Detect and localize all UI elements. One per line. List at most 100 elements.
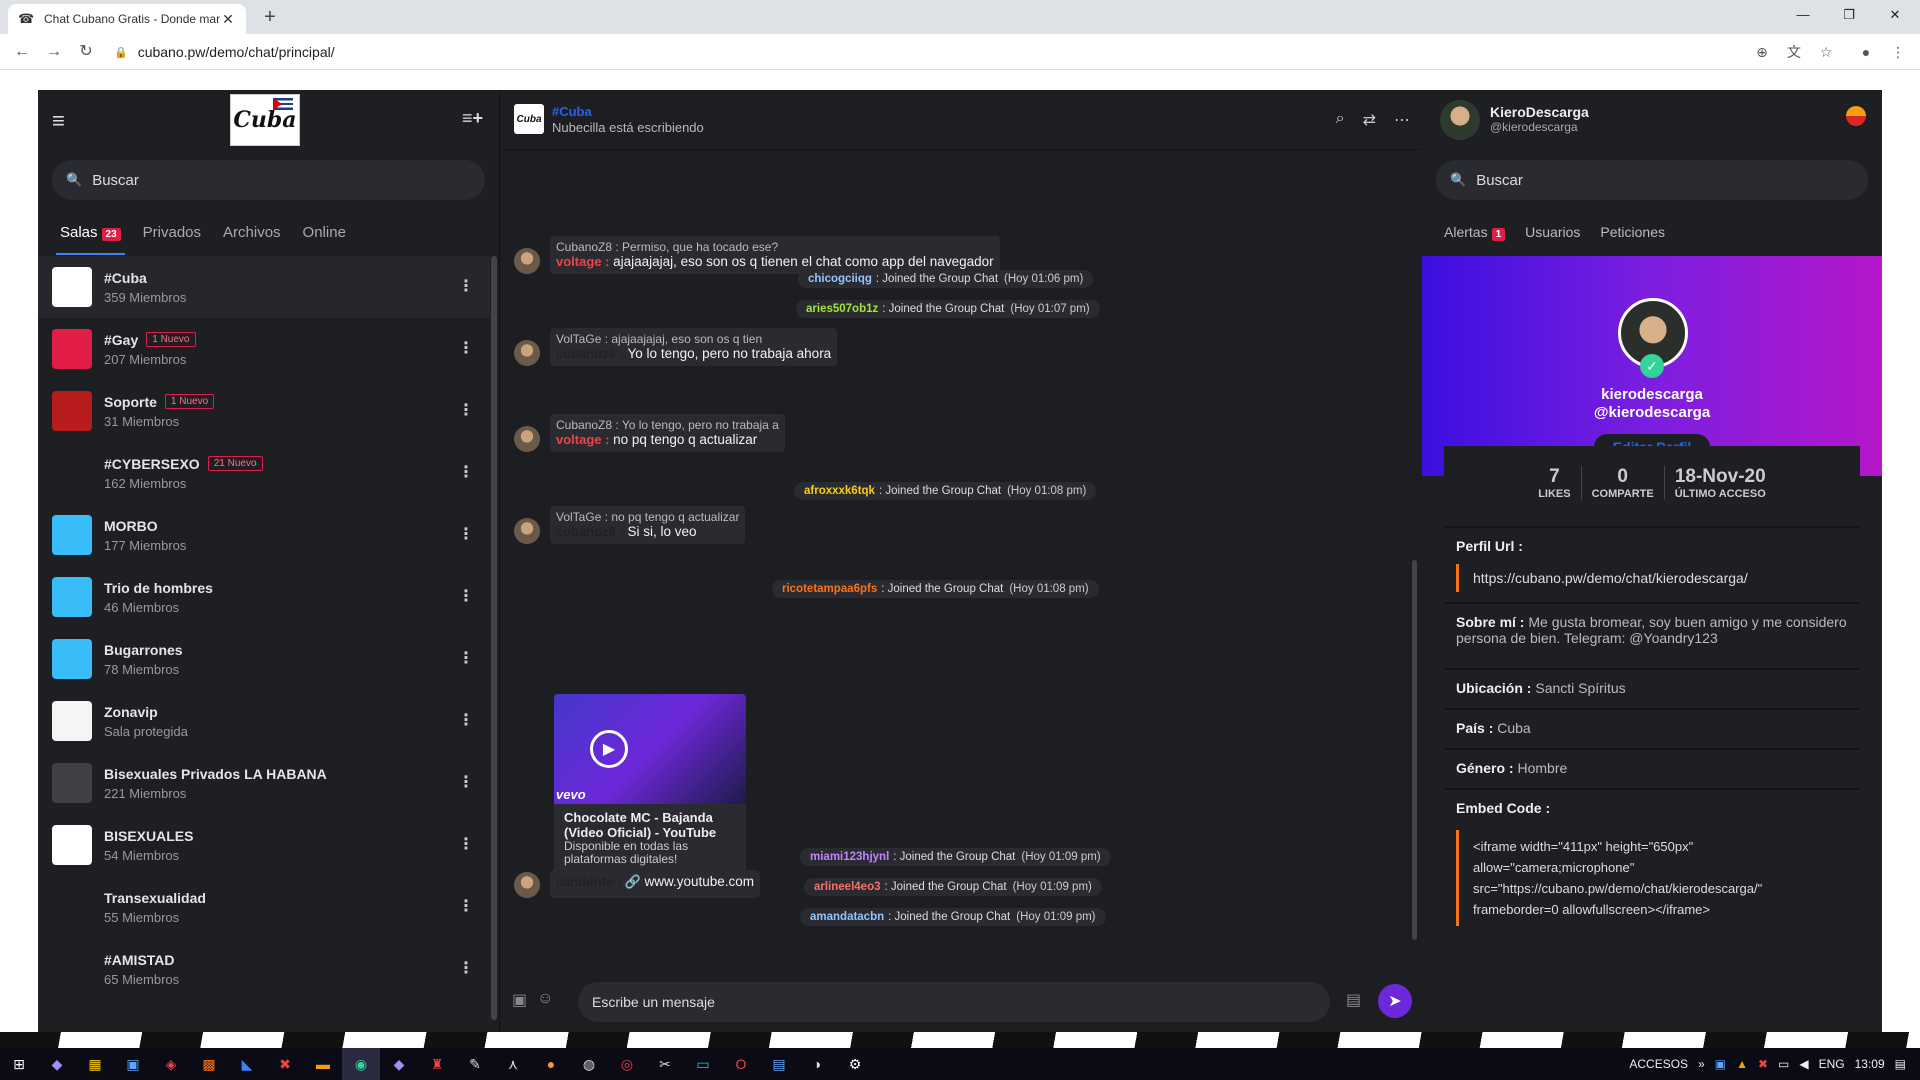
room-item[interactable]: Zonavip Sala protegida ⋮ [38, 690, 490, 752]
install-icon[interactable]: ⊕ [1750, 40, 1774, 64]
vs-icon[interactable]: ◆ [38, 1048, 76, 1080]
video-thumbnail[interactable]: ▶ vevo [554, 694, 746, 804]
room-avatar[interactable] [52, 701, 92, 741]
window-close-icon[interactable]: ✕ [1872, 0, 1918, 30]
address-bar[interactable]: 🔒 cubano.pw/demo/chat/principal/ [114, 38, 1754, 66]
send-button[interactable]: ➤ [1378, 984, 1412, 1018]
user-name[interactable]: KieroDescarga [1490, 104, 1589, 120]
room-options-icon[interactable]: ⋮ [458, 338, 474, 358]
room-avatar[interactable] [52, 577, 92, 617]
app-icon[interactable]: ▤ [760, 1048, 798, 1080]
room-avatar[interactable]: Cuba [514, 104, 544, 134]
vscode-icon[interactable]: ◣ [228, 1048, 266, 1080]
rooms-search-input[interactable]: 🔍 Buscar [52, 160, 485, 200]
avatar[interactable] [514, 426, 540, 452]
app-icon[interactable]: ◑ [798, 1048, 836, 1080]
network-icon[interactable]: ▭ [1778, 1057, 1789, 1071]
room-options-icon[interactable]: ⋮ [458, 276, 474, 296]
reload-icon[interactable]: ↻ [74, 40, 98, 64]
hamburger-menu-icon[interactable]: ≡ [52, 108, 65, 134]
room-item[interactable]: Trio de hombres 46 Miembros ⋮ [38, 566, 490, 628]
tab-online[interactable]: Online [303, 224, 346, 241]
join-user[interactable]: aries507ob1z [806, 303, 878, 315]
tab-salas[interactable]: Salas 23 [56, 224, 125, 255]
room-avatar[interactable] [52, 949, 92, 989]
swap-icon[interactable]: ⇄ [1363, 110, 1376, 130]
accesos-label[interactable]: ACCESOS [1629, 1057, 1688, 1071]
folder-icon[interactable]: ▬ [304, 1048, 342, 1080]
tray-icon[interactable]: ✖ [1758, 1057, 1768, 1071]
room-options-icon[interactable]: ⋮ [458, 958, 474, 978]
room-avatar[interactable] [52, 453, 92, 493]
app-icon[interactable]: ⋏ [494, 1048, 532, 1080]
message-author[interactable]: voltage : [556, 432, 609, 447]
back-icon[interactable]: ← [10, 40, 34, 64]
join-user[interactable]: amandatacbn [810, 911, 884, 923]
profile-url[interactable]: https://cubano.pw/demo/chat/kierodescarg… [1456, 564, 1848, 592]
app-icon[interactable]: ✂ [646, 1048, 684, 1080]
join-user[interactable]: miami123hjynl [810, 851, 889, 863]
room-options-icon[interactable]: ⋮ [458, 896, 474, 916]
close-tab-icon[interactable]: ✕ [220, 11, 236, 28]
app-icon[interactable]: ✎ [456, 1048, 494, 1080]
tab-privados[interactable]: Privados [143, 224, 201, 241]
tray-icon[interactable]: ▣ [1715, 1057, 1726, 1071]
room-avatar[interactable] [52, 267, 92, 307]
menu-icon[interactable]: ⋮ [1886, 40, 1910, 64]
messages-scrollbar[interactable] [1412, 560, 1417, 940]
profile-icon[interactable]: ● [1854, 40, 1878, 64]
join-user[interactable]: afroxxxk6tqk [804, 485, 875, 497]
app-icon[interactable]: ◎ [608, 1048, 646, 1080]
avatar[interactable] [514, 518, 540, 544]
message-link[interactable]: www.youtube.com [644, 874, 754, 889]
tray-icon[interactable]: ▲ [1736, 1057, 1748, 1071]
avatar[interactable] [514, 248, 540, 274]
room-item[interactable]: #CYBERSEXO 21 Nuevo 162 Miembros ⋮ [38, 442, 490, 504]
app-icon[interactable]: ◍ [570, 1048, 608, 1080]
room-options-icon[interactable]: ⋮ [458, 524, 474, 544]
room-avatar[interactable] [52, 825, 92, 865]
room-item[interactable]: MORBO 177 Miembros ⋮ [38, 504, 490, 566]
video-preview-card[interactable]: ▶ vevo Chocolate MC - Bajanda (Video Ofi… [554, 694, 746, 878]
message-author[interactable]: cubanoz8 : [556, 524, 624, 539]
room-options-icon[interactable]: ⋮ [458, 400, 474, 420]
room-item[interactable]: Soporte 1 Nuevo 31 Miembros ⋮ [38, 380, 490, 442]
avatar[interactable] [514, 872, 540, 898]
rooms-scrollbar[interactable] [491, 256, 497, 1020]
minimize-icon[interactable]: — [1780, 0, 1826, 30]
language-indicator[interactable]: ENG [1819, 1057, 1845, 1071]
message-author[interactable]: voltage : [556, 254, 609, 269]
tab-usuarios[interactable]: Usuarios [1525, 224, 1580, 240]
opera-icon[interactable]: O [722, 1048, 760, 1080]
settings-gear-icon[interactable]: ⚙ [836, 1048, 874, 1080]
join-user[interactable]: arlineel4eo3 [814, 881, 880, 893]
app-icon[interactable]: ✖ [266, 1048, 304, 1080]
tab-peticiones[interactable]: Peticiones [1600, 224, 1665, 240]
room-avatar[interactable] [52, 329, 92, 369]
new-tab-button[interactable]: + [258, 4, 282, 30]
room-avatar[interactable] [52, 887, 92, 927]
browser-tab[interactable]: ☎ Chat Cubano Gratis - Donde mar ✕ [8, 4, 246, 34]
users-search-input[interactable]: 🔍 Buscar [1436, 160, 1868, 200]
windows-start-icon[interactable]: ⊞ [0, 1048, 38, 1080]
app-icon[interactable]: ▭ [684, 1048, 722, 1080]
avatar[interactable] [1440, 100, 1480, 140]
forward-icon[interactable]: → [42, 40, 66, 64]
tab-archivos[interactable]: Archivos [223, 224, 281, 241]
join-user[interactable]: chicogciiqg [808, 273, 872, 285]
room-options-icon[interactable]: ⋮ [458, 710, 474, 730]
room-options-icon[interactable]: ⋮ [458, 648, 474, 668]
firefox-icon[interactable]: ● [532, 1048, 570, 1080]
app-icon[interactable]: ♜ [418, 1048, 456, 1080]
room-item[interactable]: Bugarrones 78 Miembros ⋮ [38, 628, 490, 690]
room-item[interactable]: Bisexuales Privados LA HABANA 221 Miembro… [38, 752, 490, 814]
gif-icon[interactable]: ▣ [512, 990, 527, 1010]
translate-icon[interactable]: 文 [1782, 40, 1806, 64]
site-logo[interactable]: Cuba [230, 94, 300, 146]
room-options-icon[interactable]: ⋮ [458, 834, 474, 854]
message-author[interactable]: candente : [556, 874, 621, 889]
notifications-icon[interactable]: ▤ [1895, 1057, 1906, 1071]
search-icon[interactable]: ⌕ [1336, 110, 1345, 130]
add-room-icon[interactable]: ≡+ [462, 108, 483, 129]
clock[interactable]: 13:09 [1855, 1057, 1885, 1071]
